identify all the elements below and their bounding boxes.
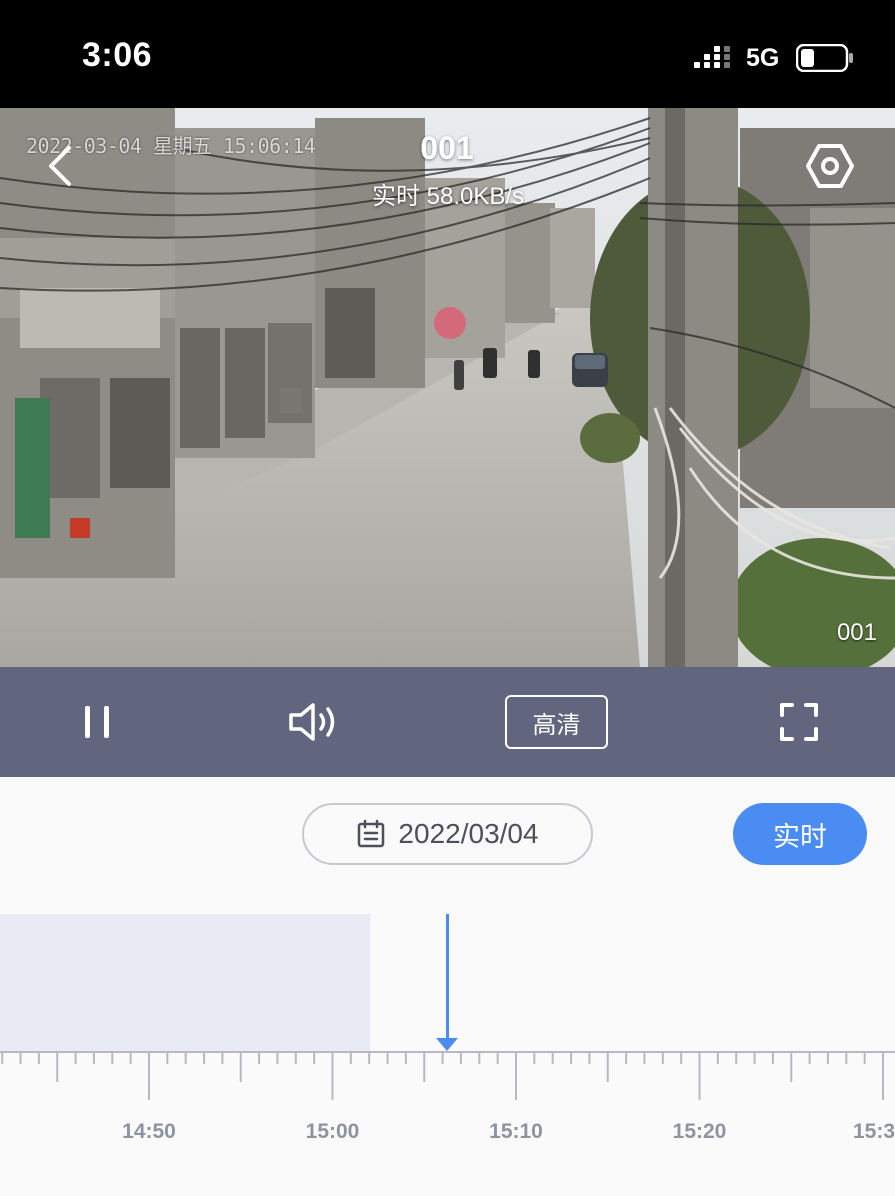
pause-icon — [85, 706, 109, 738]
playhead-line[interactable] — [446, 914, 449, 1038]
tick-label: 15:3 — [853, 1120, 895, 1143]
time-ruler — [0, 1051, 895, 1100]
tick-label: 14:50 — [122, 1120, 176, 1143]
volume-icon — [289, 703, 335, 741]
date-picker-button[interactable]: 2022/03/04 — [302, 803, 593, 865]
selected-date: 2022/03/04 — [398, 818, 539, 849]
quality-button[interactable]: 高清 — [505, 695, 608, 749]
playhead-arrow-icon — [436, 1038, 458, 1051]
date-row: 2022/03/04 实时 — [0, 777, 895, 897]
pause-button[interactable] — [72, 667, 122, 777]
fullscreen-button[interactable] — [776, 667, 822, 777]
tick-label: 15:00 — [305, 1120, 360, 1143]
network-type: 5G — [746, 44, 780, 72]
video-player[interactable]: 2022-03-04 星期五 15:06:14 001 实时 58.0KB/s … — [0, 108, 895, 667]
playback-timeline[interactable]: 14:50 15:00 15:10 15:20 15:3 — [0, 897, 895, 1196]
live-button[interactable]: 实时 — [733, 803, 867, 865]
playback-control-bar: 高清 — [0, 667, 895, 777]
status-time: 3:06 — [82, 36, 153, 74]
recorded-segment — [0, 914, 370, 1051]
camera-playback-screen: { "status_bar": { "time": "3:06", "netwo… — [0, 0, 895, 1196]
tick-label: 15:20 — [672, 1120, 727, 1143]
channel-label: 001 — [836, 619, 877, 646]
fullscreen-icon — [780, 703, 818, 741]
battery-icon — [796, 44, 853, 72]
status-bar: 3:06 5G — [0, 0, 895, 108]
cellular-signal-icon — [694, 46, 730, 68]
camera-title: 001 — [420, 130, 474, 166]
volume-button[interactable] — [286, 667, 342, 777]
stream-rate: 实时 58.0KB/s — [371, 183, 525, 210]
back-icon[interactable] — [36, 138, 86, 194]
settings-icon[interactable] — [806, 142, 854, 190]
calendar-icon — [358, 819, 385, 848]
tick-label: 15:10 — [489, 1120, 543, 1143]
